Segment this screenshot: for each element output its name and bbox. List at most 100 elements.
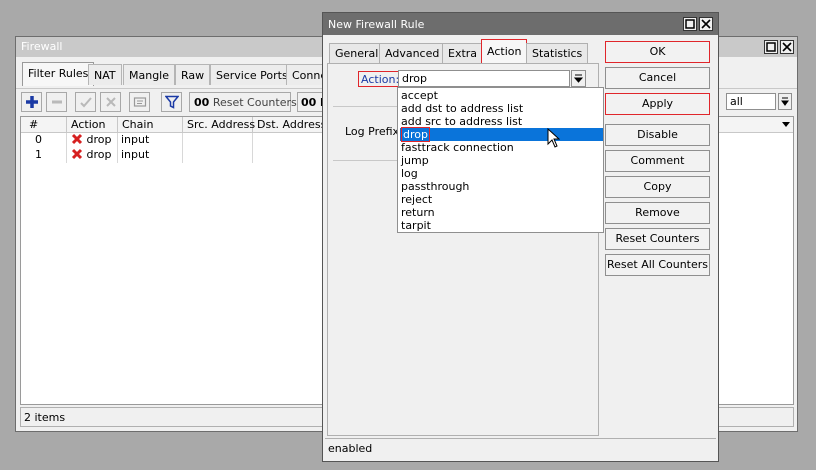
tab-raw[interactable]: Raw [175,64,211,85]
reset-counters-button[interactable]: Reset Counters [605,228,710,250]
dialog-title: New Firewall Rule [328,18,425,31]
firewall-title: Firewall [21,40,63,53]
enable-icon [80,97,92,108]
apply-button[interactable]: Apply [605,93,710,115]
dropdown-arrow-icon [573,74,584,83]
item-count: 2 items [24,411,66,424]
reset-all-counters-button[interactable]: Reset All Counters [605,254,710,276]
tab-label: Action [487,45,522,58]
option-drop-label: drop [401,127,430,142]
table-row[interactable]: 0 drop input [21,133,325,148]
tab-filter-rules[interactable]: Filter Rules [22,62,95,86]
mouse-cursor-icon [547,128,560,148]
disable-button[interactable] [100,92,121,112]
drop-x-icon [71,148,83,160]
tab-mangle[interactable]: Mangle [123,64,176,85]
reset-counters-label: Reset Counters [212,96,297,109]
ok-button[interactable]: OK [605,41,710,63]
tab-label: Statistics [532,47,583,60]
col-number[interactable]: # [21,117,67,133]
enable-button[interactable] [75,92,96,112]
tab-general[interactable]: General [329,43,385,63]
row-chain: input [118,133,183,148]
tab-label: Extra [448,47,478,60]
filter-select[interactable]: all [726,93,776,110]
row-action-label: drop [86,148,112,161]
reset-all-counters-button[interactable]: 00 R [297,92,322,112]
counter-icon: 00 [301,96,317,109]
col-action[interactable]: Action [67,117,118,133]
option-add-dst-to-address-list[interactable]: add dst to address list [400,102,603,115]
row-action: drop [67,133,118,148]
cancel-button[interactable]: Cancel [605,67,710,89]
col-chain[interactable]: Chain [118,117,183,133]
tab-statistics[interactable]: Statistics [526,43,589,63]
maximize-icon[interactable] [764,40,778,54]
row-action: drop [67,148,118,163]
option-jump[interactable]: jump [400,154,603,167]
option-fasttrack-connection[interactable]: fasttrack connection [400,141,603,154]
tab-label: General [335,47,379,60]
row-number: 1 [21,148,67,163]
maximize-icon[interactable] [683,17,697,31]
row-dst [253,133,325,148]
disable-button[interactable]: Disable [605,124,710,146]
action-dropdown-list: accept add dst to address list add src t… [397,87,604,233]
filter-select-arrow[interactable] [778,93,792,110]
comment-icon [133,97,147,107]
action-label: Action: [358,71,403,87]
tab-advanced[interactable]: Advanced [379,43,446,63]
option-drop[interactable]: drop [400,127,603,142]
tab-service-ports[interactable]: Service Ports [210,64,294,85]
option-log[interactable]: log [400,167,603,180]
counter-icon: 00 [194,96,210,109]
tab-label: Raw [181,69,205,82]
remove-button[interactable]: Remove [605,202,710,224]
tab-extra[interactable]: Extra [442,43,484,63]
tab-label: NAT [94,69,116,82]
filter-select-value: all [730,95,743,108]
option-reject[interactable]: reject [400,193,603,206]
dropdown-arrow-icon [781,97,789,106]
copy-button[interactable]: Copy [605,176,710,198]
option-passthrough[interactable]: passthrough [400,180,603,193]
tab-label: Service Ports [216,69,288,82]
option-add-src-to-address-list[interactable]: add src to address list [400,115,603,128]
tab-action[interactable]: Action [481,39,528,63]
close-icon[interactable] [699,17,713,31]
rule-status: enabled [328,442,373,455]
row-src [183,148,253,163]
action-select[interactable]: drop [398,70,570,87]
dialog-status-bar: enabled [325,438,716,459]
columns-menu-arrow[interactable] [781,119,791,132]
remove-button[interactable] [46,92,67,112]
option-accept[interactable]: accept [400,89,603,102]
tab-label: Filter Rules [28,67,89,80]
col-dst-address[interactable]: Dst. Address [253,117,326,133]
remove-icon [52,100,62,104]
option-return[interactable]: return [400,206,603,219]
close-icon[interactable] [780,40,794,54]
col-src-address[interactable]: Src. Address [183,117,255,133]
row-src [183,133,253,148]
filter-icon [165,95,179,109]
tab-nat[interactable]: NAT [88,64,122,85]
row-dst [253,148,325,163]
chevron-down-icon [782,122,790,127]
log-prefix-label: Log Prefix: [345,125,403,138]
row-chain: input [118,148,183,163]
reset-counters-button[interactable]: 00 Reset Counters [189,92,297,112]
option-tarpit[interactable]: tarpit [400,219,603,232]
filter-button[interactable] [161,92,182,112]
action-select-arrow[interactable] [571,70,586,87]
action-select-value: drop [402,72,427,85]
comment-button[interactable]: Comment [605,150,710,172]
add-icon [26,96,38,108]
add-button[interactable] [21,92,42,112]
table-row[interactable]: 1 drop input [21,148,325,163]
new-firewall-rule-dialog: New Firewall Rule General Advanced Extra… [322,12,719,462]
comment-button[interactable] [129,92,150,112]
dialog-titlebar[interactable]: New Firewall Rule [323,13,718,35]
firewall-tabs: Filter Rules NAT Mangle Raw Service Port… [22,62,342,88]
row-number: 0 [21,133,67,148]
